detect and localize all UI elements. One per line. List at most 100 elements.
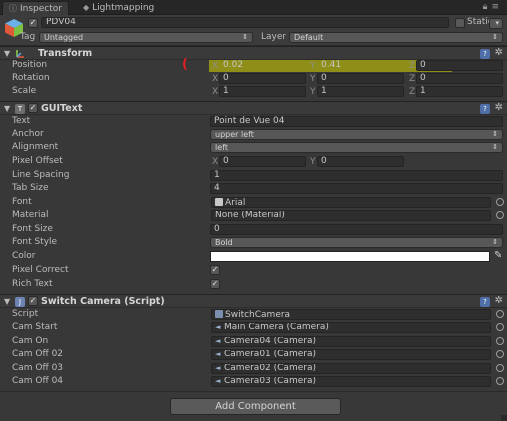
tab-lightmapping[interactable]: ◆ Lightmapping <box>77 1 160 15</box>
object-picker-icon[interactable] <box>496 364 504 372</box>
add-component-button[interactable]: Add Component <box>170 398 341 415</box>
material-row: Material None (Material) <box>0 209 507 222</box>
eyedropper-icon[interactable]: ✎ <box>494 250 502 261</box>
pixel-offset-y-field[interactable]: 0 <box>317 156 404 167</box>
dropdown-arrow-icon: ⇕ <box>492 130 498 138</box>
cam-off-03-row: Cam Off 03 ◄ Camera02 (Camera) <box>0 362 507 375</box>
camera-icon: ◄ <box>215 323 221 331</box>
object-picker-icon[interactable] <box>496 350 504 358</box>
object-picker-icon[interactable] <box>496 377 504 385</box>
switch-camera-enabled-checkbox[interactable]: ✓ <box>28 296 38 306</box>
cam-off-02-row: Cam Off 02 ◄ Camera01 (Camera) <box>0 348 507 361</box>
position-row: Position X 0.02 Y 0.41 Z 0 <box>0 59 507 72</box>
alignment-row: Alignment left ⇕ <box>0 141 507 154</box>
layer-dropdown[interactable]: Default ⇕ <box>289 32 503 43</box>
active-checkbox[interactable]: ✓ <box>28 18 38 28</box>
transform-title: Transform <box>38 48 93 59</box>
cam-on-field[interactable]: ◄ Camera04 (Camera) <box>211 336 491 347</box>
fold-arrow-icon[interactable]: ▼ <box>4 49 10 58</box>
tab-size-field[interactable]: 4 <box>210 183 503 194</box>
rich-text-checkbox[interactable]: ✓ <box>210 279 220 289</box>
scale-y-field[interactable]: 1 <box>317 86 404 97</box>
lightbulb-icon: ◆ <box>83 3 90 12</box>
font-field[interactable]: Arial <box>211 197 491 208</box>
text-row: Text Point de Vue 04 <box>0 115 507 128</box>
switch-camera-component-header[interactable]: ▼ J ✓ Switch Camera (Script) ? ✲ <box>0 294 507 308</box>
rotation-y-field[interactable]: 0 <box>317 73 404 84</box>
tab-inspector[interactable]: ⓘ Inspector <box>2 1 69 15</box>
cam-off-04-row: Cam Off 04 ◄ Camera03 (Camera) <box>0 375 507 388</box>
info-icon: ⓘ <box>9 4 17 13</box>
dropdown-arrow-icon: ⇕ <box>492 143 498 151</box>
cam-on-row: Cam On ◄ Camera04 (Camera) <box>0 335 507 348</box>
transform-component-header[interactable]: ▼ Transform ? ✲ <box>0 46 507 60</box>
static-dropdown[interactable]: ▾ <box>489 18 503 29</box>
menu-icon[interactable]: ≡ <box>491 2 503 12</box>
guitext-icon: T <box>15 104 25 114</box>
fold-arrow-icon[interactable]: ▼ <box>4 104 10 113</box>
object-picker-icon[interactable] <box>496 310 504 318</box>
position-x-field[interactable]: 0.02 <box>219 60 306 71</box>
font-row: Font Arial <box>0 196 507 209</box>
scale-row: Scale X 1 Y 1 Z 1 <box>0 85 507 98</box>
object-picker-icon[interactable] <box>496 337 504 345</box>
font-asset-icon <box>215 198 223 206</box>
cam-off-02-field[interactable]: ◄ Camera01 (Camera) <box>211 349 491 360</box>
scale-x-field[interactable]: 1 <box>219 86 306 97</box>
static-checkbox[interactable] <box>455 18 465 28</box>
object-name-field[interactable]: PDV04 <box>41 17 449 28</box>
line-spacing-field[interactable]: 1 <box>210 170 503 181</box>
dropdown-arrow-icon: ⇕ <box>242 33 248 41</box>
script-icon: J <box>15 297 25 307</box>
help-icon[interactable]: ? <box>480 104 490 114</box>
color-swatch[interactable] <box>210 251 490 262</box>
rotation-z-field[interactable]: 0 <box>416 73 503 84</box>
position-y-field[interactable]: 0.41 <box>317 60 404 71</box>
anchor-row: Anchor upper left ⇕ <box>0 128 507 141</box>
script-field[interactable]: SwitchCamera <box>211 309 491 320</box>
object-picker-icon[interactable] <box>496 198 504 206</box>
guitext-component-header[interactable]: ▼ T ✓ GUIText ? ✲ <box>0 101 507 115</box>
material-field[interactable]: None (Material) <box>211 210 491 221</box>
cam-start-field[interactable]: ◄ Main Camera (Camera) <box>211 322 491 333</box>
object-picker-icon[interactable] <box>496 211 504 219</box>
anchor-dropdown[interactable]: upper left ⇕ <box>210 129 503 140</box>
resize-corner[interactable] <box>501 415 507 421</box>
divider <box>0 391 507 392</box>
tab-tools: 🔒︎≡ <box>483 2 503 12</box>
guitext-title: GUIText <box>41 103 83 114</box>
rich-text-row: Rich Text ✓ <box>12 279 220 289</box>
cam-off-04-field[interactable]: ◄ Camera03 (Camera) <box>211 376 491 387</box>
cam-off-03-field[interactable]: ◄ Camera02 (Camera) <box>211 363 491 374</box>
dropdown-arrow-icon: ▾ <box>495 19 499 27</box>
gear-icon[interactable]: ✲ <box>495 102 503 113</box>
help-icon[interactable]: ? <box>480 49 490 59</box>
dropdown-arrow-icon: ⇕ <box>492 33 498 41</box>
gear-icon[interactable]: ✲ <box>495 47 503 58</box>
color-row: Color ✎ <box>12 250 503 262</box>
camera-icon: ◄ <box>215 377 221 385</box>
pixel-correct-checkbox[interactable]: ✓ <box>210 265 220 275</box>
pixel-offset-x-field[interactable]: 0 <box>219 156 306 167</box>
font-style-row: Font Style Bold ⇕ <box>0 236 507 249</box>
rotation-x-field[interactable]: 0 <box>219 73 306 84</box>
tab-bar: ⓘ Inspector ◆ Lightmapping 🔒︎≡ <box>0 0 507 15</box>
position-z-field[interactable]: 0 <box>416 60 503 71</box>
alignment-dropdown[interactable]: left ⇕ <box>210 142 503 153</box>
font-size-field[interactable]: 0 <box>210 224 503 235</box>
line-spacing-row: Line Spacing 1 <box>0 169 507 182</box>
scale-z-field[interactable]: 1 <box>416 86 503 97</box>
pixel-correct-row: Pixel Correct ✓ <box>12 265 220 275</box>
object-picker-icon[interactable] <box>496 323 504 331</box>
font-style-dropdown[interactable]: Bold ⇕ <box>210 237 503 248</box>
tag-dropdown[interactable]: Untagged ⇕ <box>39 32 253 43</box>
layer-label: Layer <box>261 32 287 42</box>
text-field[interactable]: Point de Vue 04 <box>210 116 503 127</box>
tab-size-row: Tab Size 4 <box>0 182 507 195</box>
rotation-row: Rotation X 0 Y 0 Z 0 <box>0 72 507 85</box>
help-icon[interactable]: ? <box>480 297 490 307</box>
gear-icon[interactable]: ✲ <box>495 295 503 306</box>
fold-arrow-icon[interactable]: ▼ <box>4 297 10 306</box>
guitext-enabled-checkbox[interactable]: ✓ <box>28 103 38 113</box>
font-size-row: Font Size 0 <box>0 223 507 236</box>
